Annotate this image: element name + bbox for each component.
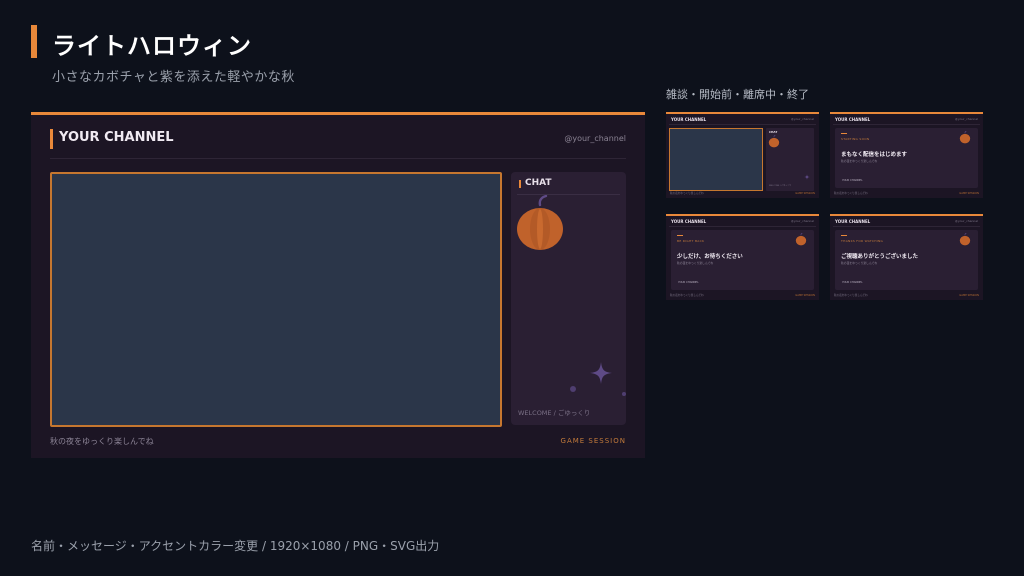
chat-welcome: WELCOME / ごゆっくり (518, 409, 591, 417)
thumbnail-brb[interactable]: YOUR CHANNEL @your_channel BE RIGHT BACK… (666, 214, 819, 300)
thumb-channel-name: YOUR CHANNEL (671, 117, 707, 122)
thumb-message: ご視聴ありがとうございました (841, 254, 919, 260)
thumb-chat-welcome: WELCOME / ごゆっくり (769, 185, 792, 187)
thumb-logo: YOUR CHANNEL (842, 179, 863, 182)
thumb-logo: YOUR CHANNEL (842, 281, 863, 284)
thumb-divider (669, 124, 816, 125)
thumb-divider (833, 226, 980, 227)
thumb-message: まもなく配信をはじめます (841, 152, 908, 158)
pumpkin-icon (959, 233, 971, 246)
thumbnail-ending[interactable]: YOUR CHANNEL @your_channel THANKS FOR WA… (830, 214, 983, 300)
thumbnail-starting[interactable]: YOUR CHANNEL @your_channel STARTING SOON… (830, 112, 983, 198)
session-label: GAME SESSION (560, 437, 626, 445)
thumb-card-accent (841, 133, 847, 134)
thumb-session-label: GAME SESSION (795, 294, 815, 297)
video-frame (50, 172, 502, 427)
pumpkin-icon (795, 233, 807, 246)
thumb-tag: STARTING SOON (841, 137, 870, 141)
title-accent-bar (31, 25, 37, 58)
pumpkin-icon (517, 195, 563, 250)
sparkle-dot (622, 392, 626, 396)
thumb-session-label: GAME SESSION (959, 294, 979, 297)
thumb-caption: 秋の夜をゆっくり楽しんでね (834, 294, 868, 297)
chat-accent-bar (519, 180, 521, 188)
thumb-message-card: THANKS FOR WATCHING ご視聴ありがとうございました 秋の夜をゆ… (835, 230, 978, 290)
thumb-logo: YOUR CHANNEL (678, 281, 699, 284)
thumb-tag: BE RIGHT BACK (677, 239, 705, 243)
page-subtitle: 小さなカボチャと紫を添えた軽やかな秋 (52, 70, 295, 85)
thumb-channel-handle: @your_channel (954, 117, 978, 121)
channel-name: YOUR CHANNEL (59, 130, 174, 145)
thumb-caption: 秋の夜をゆっくり楽しんでね (670, 192, 704, 195)
thumb-channel-handle: @your_channel (790, 117, 814, 121)
thumb-card-accent (677, 235, 683, 236)
thumb-message: 少しだけ、お待ちください (677, 254, 743, 260)
thumb-channel-handle: @your_channel (790, 219, 814, 223)
thumb-divider (669, 226, 816, 227)
channel-accent-bar (50, 129, 53, 149)
sparkle-dot (570, 386, 576, 392)
thumb-chat-title: CHAT (769, 130, 778, 134)
thumbnail-chat[interactable]: YOUR CHANNEL @your_channel CHAT WELCOME … (666, 112, 819, 198)
main-preview[interactable]: YOUR CHANNEL @your_channel CHAT WELCOME … (31, 112, 645, 458)
thumb-session-label: GAME SESSION (795, 192, 815, 195)
thumb-session-label: GAME SESSION (959, 192, 979, 195)
thumb-video-frame (669, 128, 763, 191)
thumb-sub: 秋の夜をゆっくり楽しんでね (841, 261, 878, 265)
page-title: ライトハロウィン (52, 32, 252, 60)
thumb-channel-name: YOUR CHANNEL (671, 219, 707, 224)
thumb-card-accent (841, 235, 847, 236)
thumb-message-card: BE RIGHT BACK 少しだけ、お待ちください 秋の夜をゆっくり楽しんでね… (671, 230, 814, 290)
chat-panel: CHAT WELCOME / ごゆっくり (511, 172, 626, 425)
thumb-tag: THANKS FOR WATCHING (841, 239, 884, 243)
thumb-chat-panel: CHAT WELCOME / ごゆっくり (766, 128, 814, 191)
sparkle-icon (590, 362, 612, 384)
thumb-sub: 秋の夜をゆっくり楽しんでね (677, 261, 714, 265)
thumb-caption: 秋の夜をゆっくり楽しんでね (834, 192, 868, 195)
thumb-message-card: STARTING SOON まもなく配信をはじめます 秋の夜をゆっくり楽しんでね… (835, 128, 978, 188)
pumpkin-icon (768, 135, 780, 148)
thumb-channel-name: YOUR CHANNEL (835, 219, 871, 224)
footer-spec: 名前・メッセージ・アクセントカラー変更 / 1920×1080 / PNG・SV… (31, 539, 440, 553)
thumb-channel-handle: @your_channel (954, 219, 978, 223)
thumb-divider (833, 124, 980, 125)
thumb-channel-name: YOUR CHANNEL (835, 117, 871, 122)
thumbnails-label: 雑談・開始前・離席中・終了 (666, 88, 809, 101)
chat-title: CHAT (525, 178, 552, 188)
header-divider (50, 158, 626, 159)
sparkle-icon (804, 174, 810, 180)
pumpkin-icon (959, 131, 971, 144)
channel-handle: @your_channel (564, 134, 626, 143)
preview-caption: 秋の夜をゆっくり楽しんでね (50, 437, 154, 446)
thumb-sub: 秋の夜をゆっくり楽しんでね (841, 159, 878, 163)
thumb-caption: 秋の夜をゆっくり楽しんでね (670, 294, 704, 297)
